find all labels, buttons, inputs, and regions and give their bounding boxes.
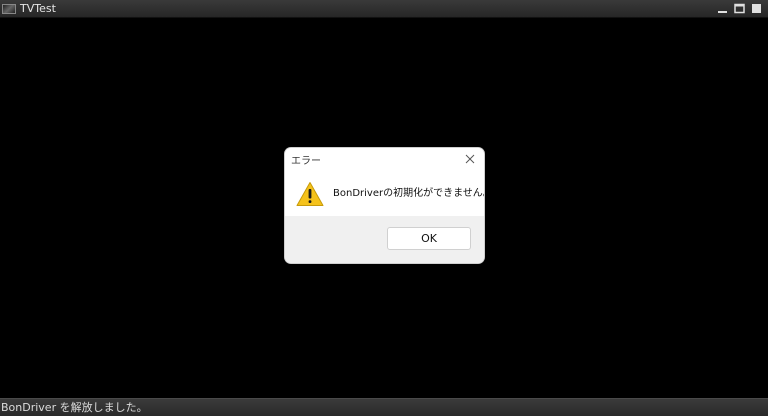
error-dialog: エラー BonDriverの初期化ができません。 OK xyxy=(285,148,484,263)
title-bar[interactable]: TVTest xyxy=(0,0,768,18)
dialog-footer: OK xyxy=(285,216,484,263)
ok-button[interactable]: OK xyxy=(387,227,471,250)
warning-icon xyxy=(296,181,324,207)
dialog-message: BonDriverの初期化ができません。 xyxy=(333,188,484,199)
window-title: TVTest xyxy=(20,2,56,15)
tvtest-window: TVTest エラー BonDriverの初期化ができません。 OK BonDr… xyxy=(0,0,768,416)
status-bar[interactable]: BonDriver を解放しました。 xyxy=(0,398,768,416)
dialog-body: BonDriverの初期化ができません。 xyxy=(285,170,484,216)
close-icon[interactable] xyxy=(463,152,477,166)
restore-icon[interactable] xyxy=(734,3,745,14)
tvtest-app-icon[interactable] xyxy=(2,3,16,14)
dialog-title: エラー xyxy=(291,156,321,167)
window-controls xyxy=(717,0,762,17)
status-text: BonDriver を解放しました。 xyxy=(1,400,148,414)
minimize-icon[interactable] xyxy=(717,3,728,14)
maximize-icon[interactable] xyxy=(751,3,762,14)
dialog-title-bar[interactable]: エラー xyxy=(285,148,484,170)
